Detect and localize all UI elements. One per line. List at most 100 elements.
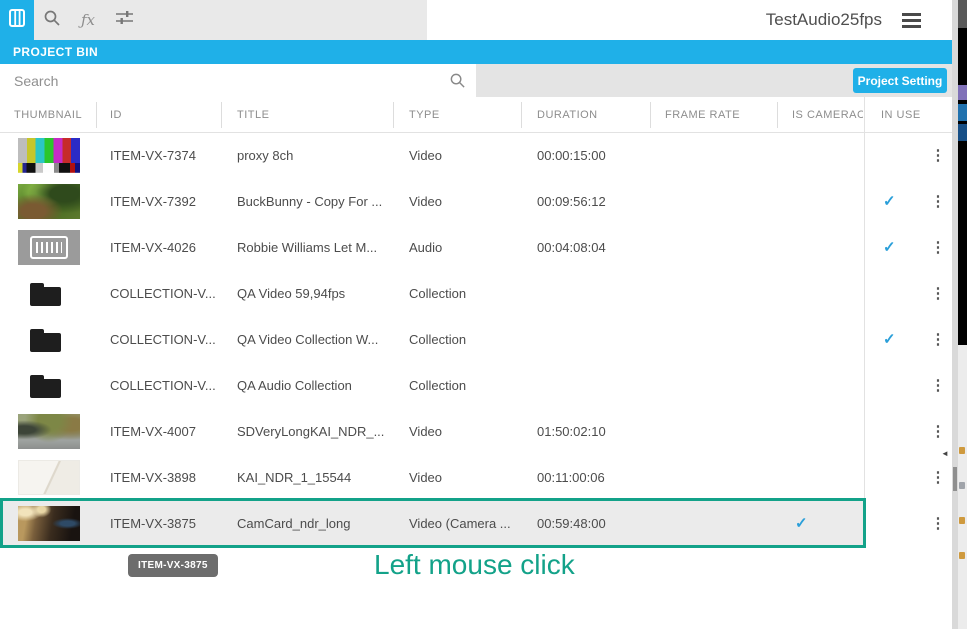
row-menu-icon[interactable]: [930, 179, 946, 225]
top-toolbar: ƒx TestAudio25fps: [0, 0, 952, 40]
col-thumbnail: THUMBNAIL: [14, 97, 82, 133]
table-row[interactable]: COLLECTION-V... QA Video 59,94fps Collec…: [0, 271, 952, 317]
toolbar-tab-strip: ƒx: [0, 0, 427, 40]
table-row[interactable]: ITEM-VX-7392 BuckBunny - Copy For ... Vi…: [0, 179, 952, 225]
search-row: Project Setting: [0, 64, 952, 97]
item-title: CamCard_ndr_long: [237, 501, 350, 547]
item-type: Audio: [409, 225, 442, 271]
row-menu-icon[interactable]: [930, 317, 946, 363]
item-type: Video: [409, 409, 442, 455]
table-row[interactable]: ITEM-VX-4026 Robbie Williams Let M... Au…: [0, 225, 952, 271]
thumbnail: [18, 184, 80, 219]
item-id: ITEM-VX-4026: [110, 225, 196, 271]
tab-project-bin[interactable]: [0, 0, 34, 40]
item-title: Robbie Williams Let M...: [237, 225, 377, 271]
clipped-side-panel: [958, 0, 967, 629]
item-id: ITEM-VX-3875: [110, 501, 196, 547]
thumbnail: [18, 138, 80, 173]
table-row[interactable]: ITEM-VX-7374 proxy 8ch Video 00:00:15:00: [0, 133, 952, 179]
table-row[interactable]: COLLECTION-V... QA Audio Collection Coll…: [0, 363, 952, 409]
in-use-check: ✓: [883, 179, 896, 225]
item-type: Video: [409, 179, 442, 225]
folder-icon: [18, 322, 80, 357]
item-duration: 00:11:00:06: [537, 455, 605, 501]
item-title: QA Video Collection W...: [237, 317, 378, 363]
search-input[interactable]: [0, 64, 440, 97]
col-in-use: IN USE: [881, 97, 921, 133]
clip-chip: [958, 104, 967, 121]
search-field-icon[interactable]: [449, 72, 466, 94]
adjust-tab[interactable]: [106, 0, 142, 40]
row-menu-icon[interactable]: [930, 501, 946, 547]
item-title: QA Audio Collection: [237, 363, 352, 409]
row-menu-icon[interactable]: [930, 133, 946, 179]
item-duration: 00:09:56:12: [537, 179, 606, 225]
in-use-check: ✓: [883, 317, 896, 363]
clip-chip: [958, 124, 967, 141]
project-setting-button[interactable]: Project Setting: [853, 68, 947, 93]
drag-tooltip: ITEM-VX-3875: [128, 554, 218, 577]
folder-icon: [18, 276, 80, 311]
item-title: QA Video 59,94fps: [237, 271, 345, 317]
row-menu-icon[interactable]: [930, 271, 946, 317]
sliders-icon: [115, 8, 134, 32]
row-menu-icon[interactable]: [930, 363, 946, 409]
in-use-check: ✓: [883, 225, 896, 271]
item-duration: 00:00:15:00: [537, 133, 606, 179]
table-row[interactable]: COLLECTION-V... QA Video Collection W...…: [0, 317, 952, 363]
item-type: Video (Camera ...: [409, 501, 511, 547]
cameracard-check: ✓: [795, 501, 808, 547]
col-duration: DURATION: [537, 97, 598, 133]
item-duration: 01:50:02:10: [537, 409, 606, 455]
click-annotation: Left mouse click: [374, 549, 575, 581]
row-menu-icon[interactable]: [930, 455, 946, 501]
item-id: ITEM-VX-7392: [110, 179, 196, 225]
clip-chip: [958, 85, 967, 100]
item-type: Collection: [409, 317, 466, 363]
search-tab[interactable]: [34, 0, 70, 40]
item-title: proxy 8ch: [237, 133, 293, 179]
menu-icon[interactable]: [902, 13, 921, 28]
item-title: BuckBunny - Copy For ...: [237, 179, 382, 225]
col-title: TITLE: [237, 97, 269, 133]
search-box: [0, 64, 476, 97]
film-bin-icon: [7, 8, 27, 33]
col-is-cameracard: IS CAMERAC: [792, 97, 863, 133]
app-window: ƒx TestAudio25fps PROJECT BIN: [0, 0, 967, 629]
table-row-selected[interactable]: ITEM-VX-3875 CamCard_ndr_long Video (Cam…: [0, 501, 952, 547]
item-type: Video: [409, 133, 442, 179]
col-id: ID: [110, 97, 122, 133]
media-table: ITEM-VX-7374 proxy 8ch Video 00:00:15:00…: [0, 133, 952, 547]
thumbnail: [18, 506, 80, 541]
window-title: TestAudio25fps: [766, 0, 882, 40]
item-id: ITEM-VX-3898: [110, 455, 196, 501]
item-title: SDVeryLongKAI_NDR_...: [237, 409, 384, 455]
item-duration: 00:04:08:04: [537, 225, 606, 271]
item-title: KAI_NDR_1_15544: [237, 455, 351, 501]
thumbnail: [18, 230, 80, 265]
table-row[interactable]: ITEM-VX-4007 SDVeryLongKAI_NDR_... Video…: [0, 409, 952, 455]
row-menu-icon[interactable]: [930, 225, 946, 271]
item-id: ITEM-VX-7374: [110, 133, 196, 179]
thumbnail: [18, 414, 80, 449]
item-type: Collection: [409, 271, 466, 317]
scrollbar-thumb[interactable]: [953, 467, 957, 491]
col-frame-rate: FRAME RATE: [665, 97, 740, 133]
item-id: COLLECTION-V...: [110, 271, 216, 317]
project-bin-header: PROJECT BIN: [0, 40, 952, 64]
col-type: TYPE: [409, 97, 440, 133]
item-type: Video: [409, 455, 442, 501]
table-row[interactable]: ITEM-VX-3898 KAI_NDR_1_15544 Video 00:11…: [0, 455, 952, 501]
thumbnail: [18, 460, 80, 495]
item-type: Collection: [409, 363, 466, 409]
effects-tab[interactable]: ƒx: [70, 0, 106, 40]
folder-icon: [18, 368, 80, 403]
search-icon: [43, 9, 61, 32]
table-header: THUMBNAIL ID TITLE TYPE DURATION FRAME R…: [0, 97, 952, 133]
row-menu-icon[interactable]: [930, 409, 946, 455]
item-id: COLLECTION-V...: [110, 317, 216, 363]
item-id: COLLECTION-V...: [110, 363, 216, 409]
item-duration: 00:59:48:00: [537, 501, 606, 547]
item-id: ITEM-VX-4007: [110, 409, 196, 455]
fx-icon: ƒx: [81, 11, 95, 29]
